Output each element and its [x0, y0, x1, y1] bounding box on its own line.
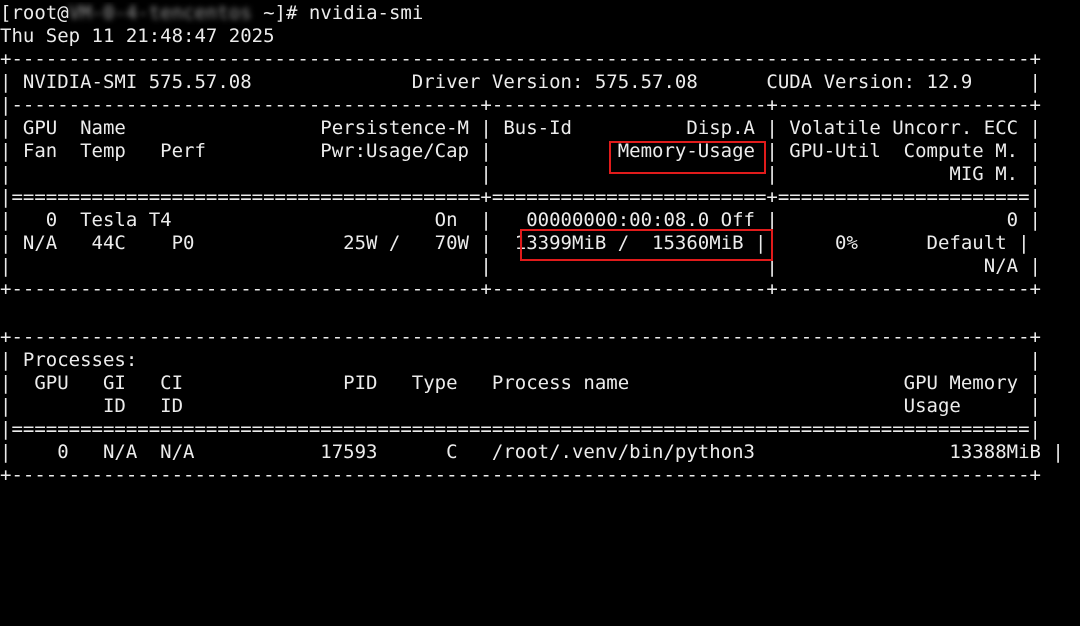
smi-version-header: | NVIDIA-SMI 575.57.08 Driver Version: 5… — [0, 71, 1041, 93]
processes-border-bottom: +---------------------------------------… — [0, 464, 1041, 486]
prompt-suffix: ~]# — [251, 2, 309, 24]
column-header-row-2: | Fan Temp Perf Pwr:Usage/Cap | Memory-U… — [0, 140, 1041, 162]
terminal-window[interactable]: [root@VM-0-4-tencentos ~]# nvidia-smi Th… — [0, 0, 1080, 490]
column-header-row-1: | GPU Name Persistence-M | Bus-Id Disp.A… — [0, 117, 1041, 139]
processes-double-separator: |=======================================… — [0, 418, 1041, 440]
gpu-info-row-2: | N/A 44C P0 25W / 70W | 13399MiB / 1536… — [0, 232, 1030, 254]
processes-border-top: +---------------------------------------… — [0, 326, 1041, 348]
table-border-top: +---------------------------------------… — [0, 48, 1041, 70]
processes-header-row-1: | GPU GI CI PID Type Process name GPU Me… — [0, 372, 1041, 394]
process-row: | 0 N/A N/A 17593 C /root/.venv/bin/pyth… — [0, 441, 1064, 463]
table-border-bottom: +---------------------------------------… — [0, 278, 1041, 300]
processes-title: | Processes: | — [0, 349, 1041, 371]
table-separator: |---------------------------------------… — [0, 94, 1041, 116]
prompt-host-redacted: VM-0-4-tencentos — [68, 2, 252, 24]
processes-header-row-2: | ID ID Usage | — [0, 395, 1041, 417]
column-header-row-3: | | | MIG M. | — [0, 163, 1041, 185]
shell-prompt-line: [root@VM-0-4-tencentos ~]# nvidia-smi — [0, 2, 1080, 25]
header-double-separator: |=======================================… — [0, 186, 1041, 208]
gpu-info-row-3: | | | N/A | — [0, 255, 1041, 277]
command-text: nvidia-smi — [308, 2, 424, 24]
prompt-prefix: [root@ — [0, 2, 69, 24]
gpu-info-row-1: | 0 Tesla T4 On | 00000000:00:08.0 Off |… — [0, 209, 1041, 231]
timestamp-line: Thu Sep 11 21:48:47 2025 — [0, 25, 275, 47]
